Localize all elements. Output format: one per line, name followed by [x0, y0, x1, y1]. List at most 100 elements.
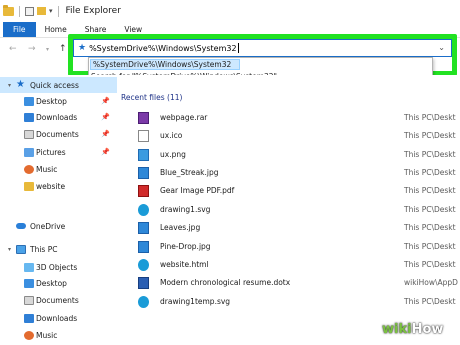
up-arrow-icon[interactable]: ↑	[59, 44, 67, 54]
quick-access-star-icon: ★	[78, 43, 87, 53]
pictures-icon	[24, 147, 34, 157]
sidebar-item-3d-objects[interactable]: 3D Objects	[0, 259, 117, 275]
sidebar-item-documents[interactable]: Documents 📌	[0, 126, 117, 142]
file-path: This PC\Deskt	[404, 168, 456, 177]
file-path: This PC\Deskt	[404, 150, 456, 159]
address-input[interactable]: ★ %SystemDrive%\Windows\System32 ⌄	[73, 39, 452, 57]
recent-locations-icon[interactable]: ▾	[46, 46, 49, 53]
address-value[interactable]: %SystemDrive%\Windows\System32	[89, 44, 236, 53]
folder-icon	[3, 4, 14, 16]
file-list: Recent files (11) webpage.rar This PC\De…	[117, 75, 460, 345]
desktop-icon	[24, 96, 34, 106]
back-arrow-icon[interactable]: ←	[9, 44, 17, 54]
list-item[interactable]: ux.png This PC\Deskt	[117, 146, 460, 164]
sidebar-item-label: Desktop	[36, 278, 67, 288]
list-item[interactable]: Leaves.jpg This PC\Deskt	[117, 219, 460, 237]
navigation-pane: ▾ ★ Quick access Desktop 📌 Downloads 📌 D…	[0, 75, 117, 345]
file-name: website.html	[160, 260, 209, 269]
file-name: Blue_Streak.jpg	[160, 168, 219, 177]
file-path: This PC\Deskt	[404, 242, 456, 251]
documents-icon	[24, 295, 34, 305]
pdf-icon	[138, 185, 149, 197]
chevron-down-icon[interactable]: ▾	[8, 246, 11, 253]
word-icon	[138, 277, 149, 289]
forward-arrow-icon[interactable]: →	[28, 44, 36, 54]
edge-icon	[138, 204, 149, 216]
file-path: This PC\Deskt	[404, 186, 456, 195]
list-item[interactable]: Modern chronological resume.dotx wikiHow…	[117, 274, 460, 292]
recent-files-header[interactable]: Recent files (11)	[121, 93, 182, 102]
quick-access-toolbar: ▾	[0, 4, 61, 17]
watermark-prefix: wiki	[382, 322, 412, 337]
file-name: Pine-Drop.jpg	[160, 242, 211, 251]
file-name: Leaves.jpg	[160, 223, 201, 232]
new-folder-icon[interactable]	[37, 7, 46, 15]
edge-icon	[138, 259, 149, 271]
divider	[57, 5, 59, 17]
sidebar-item-pc-downloads[interactable]: Downloads	[0, 310, 117, 326]
pin-icon[interactable]: 📌	[101, 148, 110, 156]
list-item[interactable]: webpage.rar This PC\Deskt	[117, 109, 460, 127]
music-icon	[24, 164, 34, 174]
sidebar-item-label: Quick access	[30, 80, 79, 90]
chevron-down-icon[interactable]: ⌄	[438, 43, 445, 52]
pin-icon[interactable]: 📌	[101, 113, 110, 121]
file-name: drawing1.svg	[160, 205, 211, 214]
sidebar-item-downloads[interactable]: Downloads 📌	[0, 109, 117, 125]
tab-file[interactable]: File	[3, 22, 36, 37]
star-icon: ★	[16, 79, 25, 90]
sidebar-item-pictures[interactable]: Pictures 📌	[0, 144, 117, 160]
sidebar-item-this-pc[interactable]: ▾ This PC	[0, 241, 117, 257]
sidebar-item-website[interactable]: website	[0, 178, 117, 194]
pin-icon[interactable]: 📌	[101, 130, 110, 138]
sidebar-item-label: Documents	[36, 295, 79, 305]
chevron-down-icon[interactable]: ▾	[8, 82, 11, 89]
file-name: Gear Image PDF.pdf	[160, 186, 235, 195]
documents-icon	[24, 129, 34, 139]
ico-file-icon	[138, 130, 149, 142]
computer-icon	[16, 244, 26, 254]
sidebar-item-quick-access[interactable]: ▾ ★ Quick access	[0, 77, 117, 93]
divider	[19, 5, 20, 17]
png-icon	[138, 149, 149, 161]
list-item[interactable]: drawing1.svg This PC\Deskt	[117, 201, 460, 219]
folder-icon	[24, 181, 34, 191]
properties-icon[interactable]	[25, 6, 34, 16]
suggestion-item[interactable]: %SystemDrive%\Windows\System32	[90, 59, 240, 70]
list-item[interactable]: Blue_Streak.jpg This PC\Deskt	[117, 164, 460, 182]
watermark-suffix: How	[411, 322, 444, 337]
sidebar-item-label: Downloads	[36, 313, 78, 323]
file-name: drawing1temp.svg	[160, 297, 231, 306]
jpg-icon	[138, 222, 149, 234]
sidebar-item-pc-music[interactable]: Music	[0, 327, 117, 343]
list-item[interactable]: Gear Image PDF.pdf This PC\Deskt	[117, 182, 460, 200]
list-item[interactable]: website.html This PC\Deskt	[117, 256, 460, 274]
sidebar-item-label: website	[36, 181, 66, 191]
sidebar-item-music[interactable]: Music	[0, 161, 117, 177]
sidebar-item-onedrive[interactable]: OneDrive	[0, 218, 117, 234]
sidebar-item-label: Desktop	[36, 96, 67, 106]
text-cursor	[237, 43, 239, 53]
file-path: This PC\Deskt	[404, 223, 456, 232]
window-title: File Explorer	[65, 6, 121, 16]
desktop-icon	[24, 278, 34, 288]
list-item[interactable]: drawing1temp.svg This PC\Deskt	[117, 293, 460, 311]
sidebar-item-desktop[interactable]: Desktop 📌	[0, 93, 117, 109]
cloud-icon	[16, 223, 26, 229]
sidebar-item-pc-desktop[interactable]: Desktop	[0, 275, 117, 291]
title-bar: ▾ File Explorer	[0, 0, 460, 22]
sidebar-item-label: Downloads	[36, 112, 78, 122]
downloads-icon	[24, 313, 34, 323]
file-name: ux.png	[160, 150, 186, 159]
list-item[interactable]: Pine-Drop.jpg This PC\Deskt	[117, 238, 460, 256]
jpg-icon	[138, 167, 149, 179]
music-icon	[24, 330, 34, 340]
file-name: webpage.rar	[160, 113, 208, 122]
list-item[interactable]: ux.ico This PC\Deskt	[117, 127, 460, 145]
sidebar-item-label: This PC	[30, 244, 58, 254]
sidebar-item-pc-documents[interactable]: Documents	[0, 292, 117, 308]
edge-icon	[138, 296, 149, 308]
customize-toolbar-icon[interactable]: ▾	[49, 7, 53, 15]
sidebar-item-label: Pictures	[36, 147, 66, 157]
pin-icon[interactable]: 📌	[101, 97, 110, 105]
